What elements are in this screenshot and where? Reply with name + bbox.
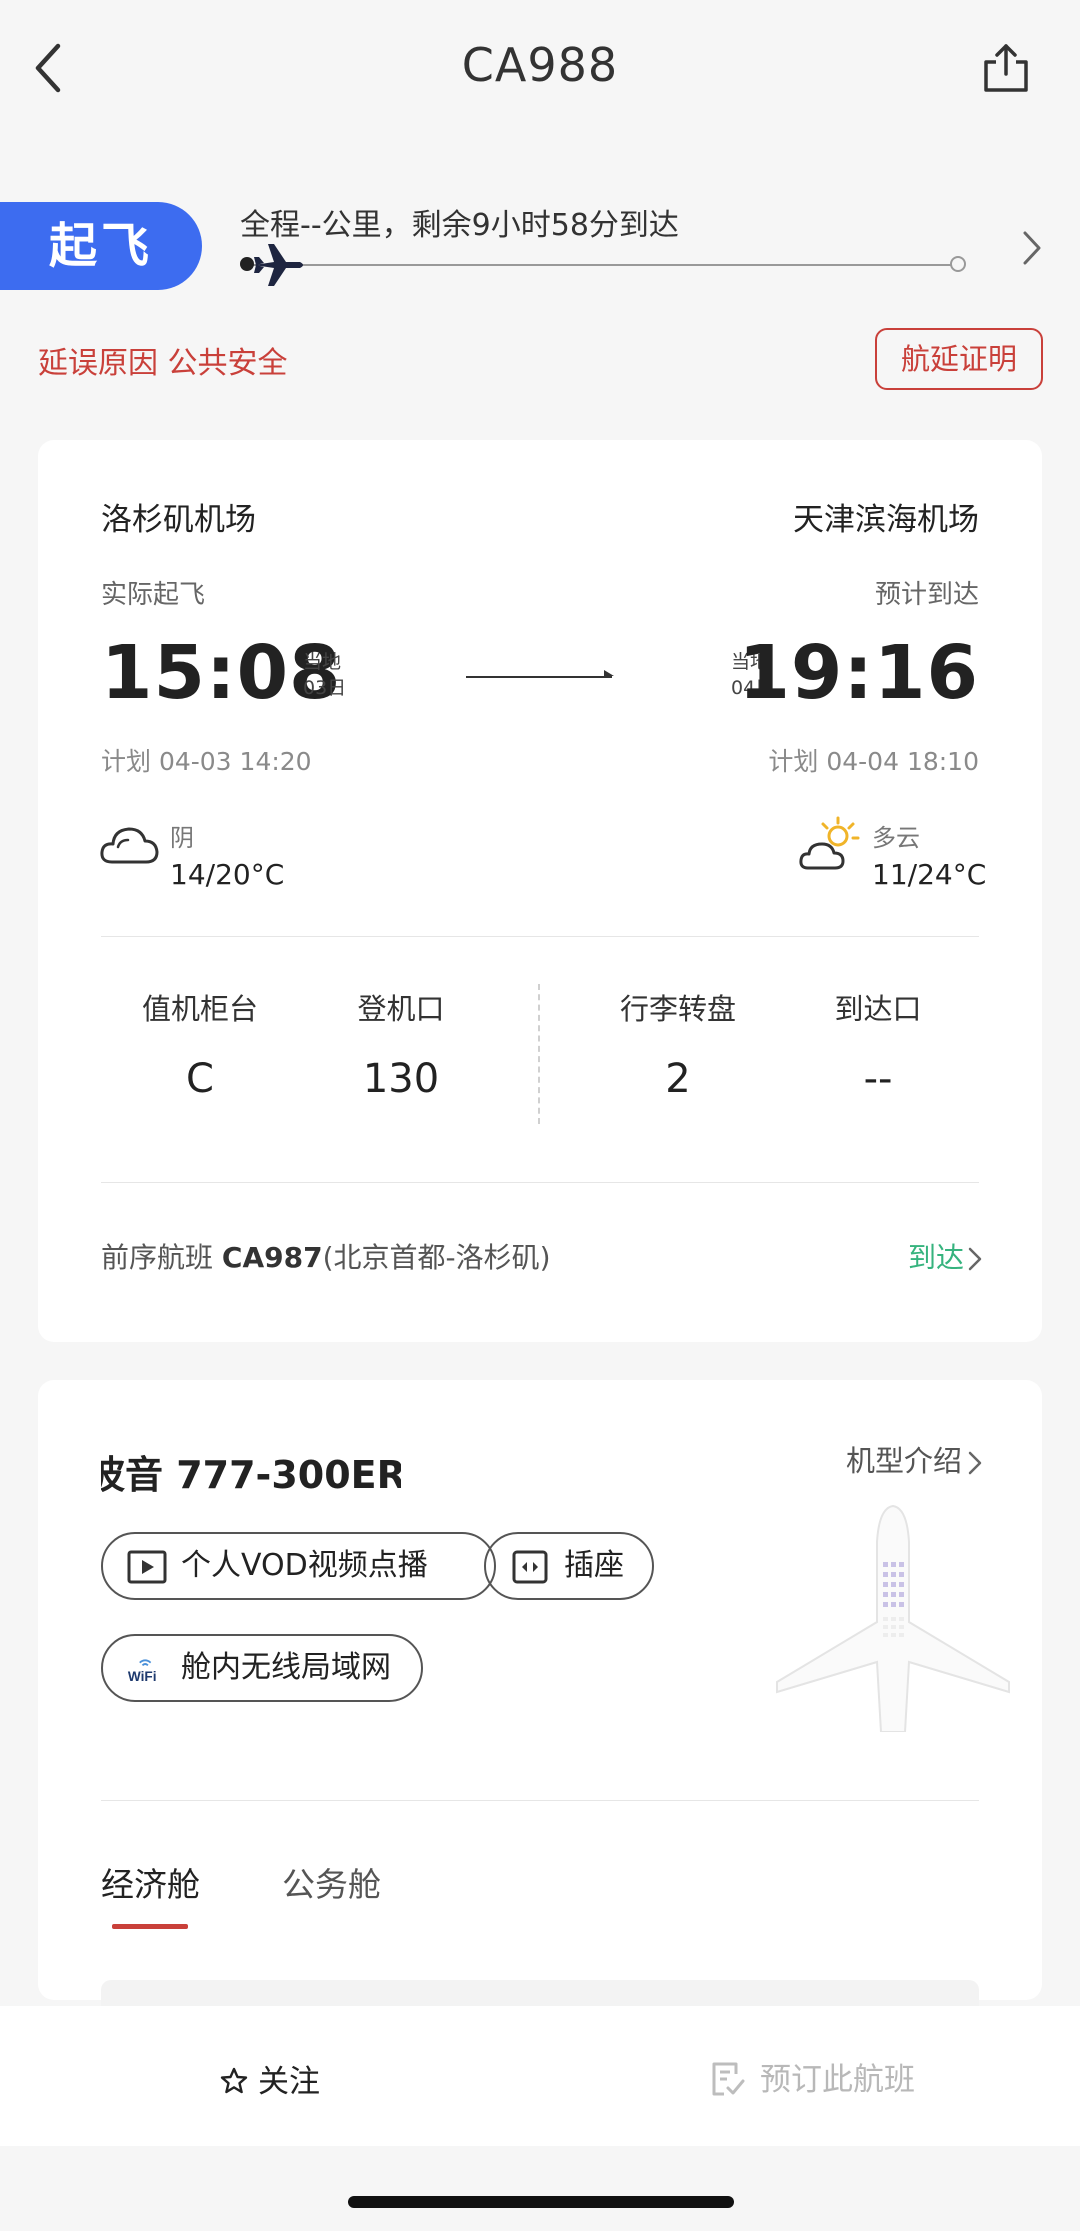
amenity-wifi: WiFi 舱内无线局域网 [101, 1634, 423, 1702]
arrival-planned: 计划 04-04 18:10 [768, 747, 979, 776]
arrival-airport: 天津滨海机场 [793, 502, 979, 538]
info-value: C [186, 1056, 214, 1102]
baggage-carousel: 行李转盘 2 [578, 986, 778, 1102]
local-label: 当地 [303, 651, 342, 673]
info-label: 到达口 [834, 992, 922, 1026]
previous-flight-number: CA987 [221, 1241, 323, 1274]
departure-day: 03日 [303, 676, 347, 699]
arrival-status: 预计到达 [874, 580, 979, 610]
info-label: 行李转盘 [619, 992, 736, 1026]
chevron-right-icon [968, 1451, 982, 1475]
checkin-counter: 值机柜台 C [100, 986, 300, 1102]
delay-reason: 延误原因 公共安全 [38, 346, 288, 381]
previous-flight-prefix: 前序航班 [101, 1241, 222, 1274]
info-label: 值机柜台 [141, 992, 258, 1026]
amenity-label: 插座 [564, 1548, 624, 1583]
arrival-time: 19:16 [738, 630, 979, 716]
aircraft-type: 波音 777-300ER [101, 1444, 401, 1499]
follow-button[interactable]: 关注 [220, 2056, 320, 2101]
amenity-label: 个人VOD视频点播 [181, 1548, 428, 1583]
arrival-exit: 到达口 -- [778, 986, 978, 1102]
tab-economy[interactable]: 经济舱 [101, 1858, 200, 1906]
bottom-action-bar: 关注 预订此航班 [0, 2006, 1080, 2146]
divider [101, 1182, 979, 1183]
svg-text:WiFi: WiFi [128, 1669, 157, 1684]
tab-business[interactable]: 公务舱 [282, 1858, 381, 1906]
star-icon [220, 2067, 248, 2094]
info-label: 登机口 [357, 992, 445, 1026]
cloudy-icon [100, 827, 159, 864]
route-arrow-head [604, 670, 614, 676]
book-flight-button[interactable]: 预订此航班 [710, 2054, 915, 2099]
arrival-weather-temp: 11/24°C [872, 858, 987, 891]
airplane-icon [254, 244, 303, 286]
chevron-right-icon [968, 1247, 982, 1271]
departure-weather-desc: 阴 [170, 824, 194, 852]
departure-airport: 洛杉矶机场 [101, 502, 256, 538]
route-arrow [466, 676, 612, 678]
nav-bar: CA988 [0, 0, 1080, 135]
page-title: CA988 [461, 38, 619, 92]
info-value: 130 [362, 1056, 440, 1102]
wifi-icon: WiFi [128, 1659, 157, 1684]
aircraft-type-text: 波音 777-300ER [101, 1453, 401, 1497]
booking-icon [712, 2062, 745, 2096]
previous-flight-status: 到达 [907, 1241, 964, 1274]
boarding-gate: 登机口 130 [301, 986, 501, 1102]
aircraft-intro-label: 机型介绍 [845, 1444, 962, 1478]
aircraft-intro-link[interactable]: 机型介绍 [846, 1438, 982, 1480]
departure-planned: 计划 04-03 14:20 [101, 747, 312, 776]
chevron-right-icon[interactable] [1020, 228, 1044, 268]
dashed-separator [538, 984, 540, 1124]
progress-end-dot [950, 256, 966, 272]
previous-flight-route: (北京首都-洛杉矶) [322, 1241, 551, 1274]
active-tab-indicator [112, 1924, 188, 1929]
departure-local-tag: 当地 03日 [303, 650, 346, 701]
video-play-icon [127, 1550, 167, 1584]
flight-detail-card: 洛杉矶机场 天津滨海机场 实际起飞 预计到达 15:08 当地 03日 当地 0… [38, 440, 1042, 1342]
progress-summary: 全程--公里，剩余9小时58分到达 [240, 208, 679, 243]
aircraft-card: 波音 777-300ER 机型介绍 个人VOD视频点播 插座 WiFi 舱内无线… [38, 1380, 1042, 2020]
amenity-vod: 个人VOD视频点播 [101, 1532, 496, 1600]
previous-flight: 前序航班 CA987(北京首都-洛杉矶) [101, 1236, 551, 1276]
book-flight-label: 预订此航班 [760, 2062, 915, 2098]
amenity-socket: 插座 [484, 1532, 654, 1600]
info-value: 2 [665, 1056, 691, 1102]
departure-weather-temp: 14/20°C [170, 858, 285, 891]
flight-status-badge: 起飞 [0, 202, 202, 290]
home-indicator[interactable] [348, 2196, 734, 2208]
progress-track [246, 264, 956, 266]
previous-flight-status-link[interactable]: 到达 [908, 1236, 982, 1276]
share-icon[interactable] [980, 42, 1032, 94]
aircraft-illustration [776, 1504, 1010, 1732]
divider [101, 1800, 979, 1801]
arrival-weather-desc: 多云 [872, 824, 920, 852]
amenity-label: 舱内无线局域网 [181, 1650, 391, 1685]
partly-cloudy-icon [799, 816, 860, 870]
power-socket-icon [512, 1550, 548, 1584]
departure-status: 实际起飞 [101, 580, 206, 610]
delay-certificate-button[interactable]: 航延证明 [875, 328, 1043, 390]
follow-label: 关注 [258, 2064, 320, 2100]
info-value: -- [863, 1056, 893, 1102]
divider [101, 936, 979, 937]
